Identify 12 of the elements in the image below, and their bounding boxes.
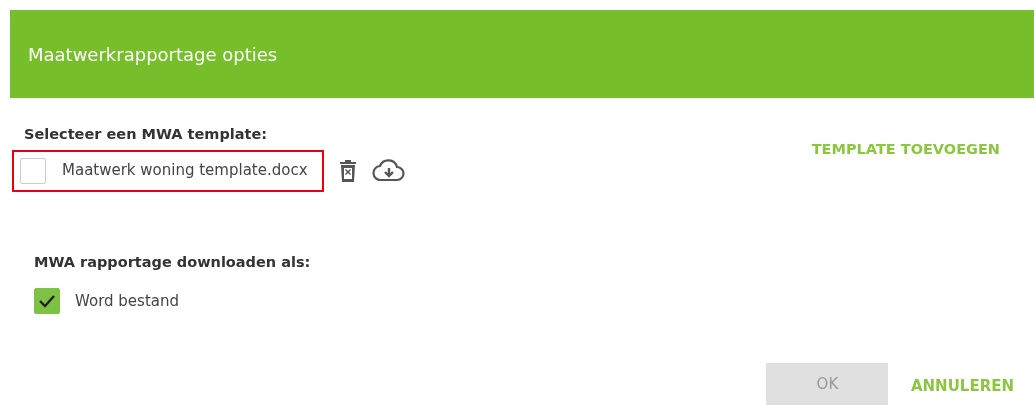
dialog-title: Maatwerkrapportage opties (28, 42, 278, 67)
checkbox[interactable] (34, 288, 60, 315)
template-name: Maatwerk woning template.docx (62, 160, 308, 182)
checkbox[interactable] (20, 157, 46, 184)
section-label: MWA rapportage downloaden als: (34, 252, 312, 272)
delete-icon[interactable] (338, 159, 357, 182)
check-icon (38, 294, 56, 309)
cloud-download-icon[interactable] (371, 158, 406, 183)
cancel-button[interactable]: ANNULEREN (910, 375, 1014, 398)
section-label: Selecteer een MWA template: (23, 125, 269, 144)
add-template-link[interactable]: TEMPLATE TOEVOEGEN (811, 139, 1000, 192)
option-label: Word bestand (75, 291, 179, 312)
